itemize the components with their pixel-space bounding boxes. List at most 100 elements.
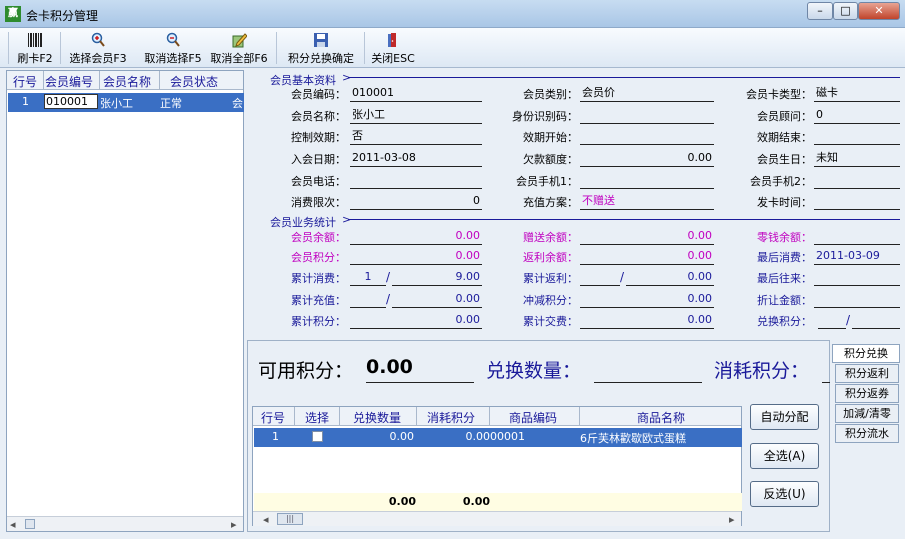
column-divider xyxy=(416,407,417,426)
discount-label: 折让金额： xyxy=(757,294,812,307)
member-row[interactable]: 1 010001 张小工 正常 会 xyxy=(8,93,244,112)
toolbar-grip xyxy=(8,32,9,64)
card-no-field[interactable]: 010001 xyxy=(350,86,482,102)
toolbar-separator xyxy=(276,32,277,64)
tab-adjust-clear[interactable]: 加減/清零 xyxy=(835,404,899,423)
member-type-field[interactable]: 会员价 xyxy=(580,86,714,102)
col-consume-points[interactable]: 消耗积分 xyxy=(427,409,475,426)
zoom-out-icon xyxy=(166,32,180,47)
idcard-field[interactable] xyxy=(580,108,714,124)
app-icon: 赢 xyxy=(5,6,21,22)
col-row-no[interactable]: 行号 xyxy=(13,73,37,90)
edit-icon xyxy=(232,33,247,48)
auto-assign-button[interactable]: 自动分配 xyxy=(750,404,819,430)
row-item-name: 6斤芙林歡歇欧式蛋糕 xyxy=(580,432,686,445)
issue-time-field[interactable] xyxy=(814,194,900,210)
column-divider xyxy=(579,407,580,426)
last-contact-label: 最后往来： xyxy=(757,272,812,285)
confirm-exchange-button[interactable]: 积分兑换确定 xyxy=(284,30,358,66)
tab-points-rebate[interactable]: 积分返利 xyxy=(835,364,899,383)
member-type-label: 会员类别： xyxy=(523,88,578,101)
column-divider xyxy=(99,71,100,90)
valid-end-field[interactable] xyxy=(814,129,900,145)
join-date-field[interactable]: 2011-03-08 xyxy=(350,151,482,167)
column-divider xyxy=(43,71,44,90)
col-item-name[interactable]: 商品名称 xyxy=(637,409,685,426)
select-all-button[interactable]: 全选(A) xyxy=(750,443,819,469)
horizontal-scrollbar[interactable]: ◂ ▸ xyxy=(7,516,243,531)
cancel-select-button[interactable]: 取消选择F5 xyxy=(142,30,204,66)
scroll-thumb[interactable]: ||| xyxy=(277,513,303,525)
stats-title: 会员业务统计 xyxy=(270,216,336,229)
select-member-button[interactable]: 选择会员F3 xyxy=(66,30,130,66)
member-id-edit[interactable]: 010001 xyxy=(44,94,98,109)
birthday-field[interactable]: 未知 xyxy=(814,151,900,167)
tab-points-flow[interactable]: 积分流水 xyxy=(835,424,899,443)
scroll-right-arrow[interactable]: ▸ xyxy=(729,513,735,526)
cancel-all-button[interactable]: 取消全部F6 xyxy=(208,30,270,66)
tab-points-exchange[interactable]: 积分兑换 xyxy=(832,344,900,363)
adviser-field[interactable]: 0 xyxy=(814,108,900,124)
total-consume-points: 0.00 xyxy=(462,495,490,508)
col-select[interactable]: 选择 xyxy=(305,409,329,426)
change-balance-label: 零钱余额： xyxy=(757,231,812,244)
last-spend-field: 2011-03-09 xyxy=(814,249,900,265)
exchange-qty-field[interactable] xyxy=(594,356,702,383)
confirm-exchange-label: 积分兑换确定 xyxy=(288,52,354,65)
row-no: 1 xyxy=(22,95,29,108)
col-member-name[interactable]: 会员名称 xyxy=(103,73,151,90)
scroll-thumb[interactable] xyxy=(25,519,35,529)
validity-label: 控制效期： xyxy=(291,131,346,144)
scroll-right-arrow[interactable]: ▸ xyxy=(231,518,237,531)
slash-separator: / xyxy=(846,313,851,327)
offset-points-field: 0.00 xyxy=(580,292,714,308)
exchange-grid[interactable]: 行号 选择 兑换数量 消耗积分 商品编码 商品名称 1 0.00 0.00 00… xyxy=(252,406,742,526)
valid-start-field[interactable] xyxy=(580,129,714,145)
card-type-field[interactable]: 磁卡 xyxy=(814,86,900,102)
row-select-checkbox[interactable] xyxy=(312,431,323,442)
points-field: 0.00 xyxy=(350,249,482,265)
col-row-no[interactable]: 行号 xyxy=(261,409,285,426)
close-esc-button[interactable]: 关闭ESC xyxy=(370,30,416,66)
name-label: 会员名称： xyxy=(291,110,346,123)
mobile2-field[interactable] xyxy=(814,173,900,189)
exchange-grid-scrollbar[interactable]: ◂ ||| ▸ xyxy=(253,511,741,526)
col-member-id[interactable]: 会员编号 xyxy=(45,73,93,90)
maximize-button[interactable]: □ xyxy=(833,2,858,20)
col-exchange-qty[interactable]: 兑换数量 xyxy=(353,409,401,426)
debt-field[interactable]: 0.00 xyxy=(580,151,714,167)
minimize-button[interactable]: – xyxy=(807,2,833,20)
consume-points-field[interactable] xyxy=(822,356,830,383)
validity-field[interactable]: 否 xyxy=(350,129,482,145)
exchange-row[interactable]: 1 0.00 0.00 00001 6斤芙林歡歇欧式蛋糕 xyxy=(254,428,742,447)
mobile1-field[interactable] xyxy=(580,173,714,189)
last-spend-label: 最后消费： xyxy=(757,251,812,264)
select-member-label: 选择会员F3 xyxy=(69,52,127,65)
scroll-left-arrow[interactable]: ◂ xyxy=(263,513,269,526)
invert-select-button[interactable]: 反选(U) xyxy=(750,481,819,507)
cum-spend-label: 累计消费： xyxy=(291,272,346,285)
cum-rebate-field: 0.00 xyxy=(626,270,714,286)
gift-balance-label: 赠送余额： xyxy=(523,231,578,244)
scroll-left-arrow[interactable]: ◂ xyxy=(10,518,16,531)
limit-field[interactable]: 0 xyxy=(350,194,482,210)
column-divider xyxy=(294,407,295,426)
member-list[interactable]: 行号 会员编号 会员名称 会员状态 1 010001 张小工 正常 会 ◂ ▸ xyxy=(6,70,244,532)
col-item-code[interactable]: 商品编码 xyxy=(509,409,557,426)
swipe-card-button[interactable]: 刷卡F2 xyxy=(14,30,56,66)
cum-recharge-label: 累计充值： xyxy=(291,294,346,307)
plan-field[interactable]: 不赠送 xyxy=(580,194,714,210)
tab-points-coupon[interactable]: 积分返券 xyxy=(835,384,899,403)
cum-recharge-count xyxy=(350,292,386,308)
birthday-label: 会员生日： xyxy=(757,153,812,166)
column-divider xyxy=(339,407,340,426)
phone-field[interactable] xyxy=(350,173,482,189)
name-field[interactable]: 张小工 xyxy=(350,108,482,124)
col-member-status[interactable]: 会员状态 xyxy=(170,73,218,90)
issue-time-label: 发卡时间： xyxy=(757,196,812,209)
row-exchange-qty[interactable]: 0.00 xyxy=(340,430,415,443)
exchange-points-count xyxy=(818,313,846,329)
close-window-button[interactable]: ✕ xyxy=(858,2,900,20)
change-balance-field xyxy=(814,229,900,245)
last-contact-field xyxy=(814,270,900,286)
